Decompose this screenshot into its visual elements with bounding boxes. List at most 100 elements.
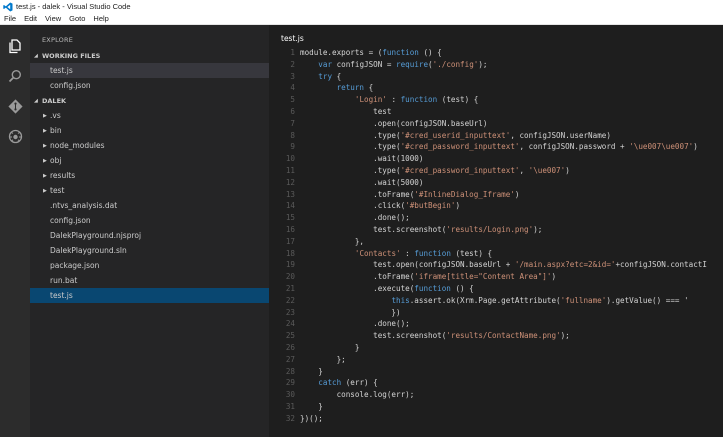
folder-test[interactable]: ▶ test bbox=[30, 183, 269, 198]
editor-tab-title[interactable]: test.js bbox=[281, 34, 304, 43]
code-line[interactable]: 13 .toFrame('#InlineDialog_Iframe') bbox=[269, 189, 723, 201]
code-line[interactable]: 9 .type('#cred_password_inputtext', conf… bbox=[269, 141, 723, 153]
code-line[interactable]: 10 .wait(1000) bbox=[269, 153, 723, 165]
file-test-js[interactable]: test.js bbox=[30, 288, 269, 303]
menu-help[interactable]: Help bbox=[89, 14, 112, 23]
code-line[interactable]: 17 }, bbox=[269, 236, 723, 248]
line-code: .wait(1000) bbox=[300, 154, 424, 164]
code-line[interactable]: 1 module.exports = (function () { bbox=[269, 47, 723, 59]
line-code: })(); bbox=[300, 413, 323, 423]
file-njsproj[interactable]: DalekPlayground.njsproj bbox=[30, 228, 269, 243]
search-icon[interactable] bbox=[0, 62, 30, 90]
menu-file[interactable]: File bbox=[0, 14, 20, 23]
line-number: 14 bbox=[285, 201, 295, 211]
folder-label: obj bbox=[50, 156, 62, 165]
folder-bin[interactable]: ▶ bin bbox=[30, 123, 269, 138]
line-code: .done(); bbox=[300, 319, 410, 329]
file-sln[interactable]: DalekPlayground.sln bbox=[30, 243, 269, 258]
line-number: 19 bbox=[285, 260, 295, 270]
code-line[interactable]: 26 } bbox=[269, 342, 723, 354]
line-number: 17 bbox=[285, 236, 295, 246]
file-label: config.json bbox=[50, 216, 91, 225]
code-line[interactable]: 22 this.assert.ok(Xrm.Page.getAttribute(… bbox=[269, 295, 723, 307]
working-files-header[interactable]: ◢ WORKING FILES bbox=[30, 49, 269, 63]
code-line[interactable]: 20 .toFrame('iframe[title="Content Area"… bbox=[269, 271, 723, 283]
line-code: .execute(function () { bbox=[300, 284, 474, 293]
line-number: 22 bbox=[285, 295, 295, 305]
code-line[interactable]: 21 .execute(function () { bbox=[269, 283, 723, 295]
code-line[interactable]: 31 } bbox=[269, 401, 723, 413]
working-file-test-js[interactable]: test.js bbox=[30, 63, 269, 78]
line-code: }; bbox=[300, 354, 346, 364]
code-line[interactable]: 24 .done(); bbox=[269, 318, 723, 330]
code-line[interactable]: 5 'Login' : function (test) { bbox=[269, 94, 723, 106]
code-line[interactable]: 11 .type('#cred_password_inputtext', '\u… bbox=[269, 165, 723, 177]
file-label: .ntvs_analysis.dat bbox=[50, 201, 118, 210]
expand-arrow-icon: ▶ bbox=[43, 142, 47, 149]
explorer-title: EXPLORE bbox=[42, 36, 74, 44]
folder-label: node_modules bbox=[50, 141, 105, 150]
code-line[interactable]: 18 'Contacts' : function (test) { bbox=[269, 248, 723, 260]
folder-node-modules[interactable]: ▶ node_modules bbox=[30, 138, 269, 153]
menu-edit[interactable]: Edit bbox=[20, 14, 41, 23]
line-number: 5 bbox=[290, 95, 295, 105]
folder-label: results bbox=[50, 171, 76, 180]
code-line[interactable]: 12 .wait(5000) bbox=[269, 177, 723, 189]
line-code: .open(configJSON.baseUrl) bbox=[300, 118, 488, 128]
line-code: return { bbox=[336, 83, 374, 93]
file-ntvs-analysis[interactable]: .ntvs_analysis.dat bbox=[30, 198, 269, 213]
file-label: DalekPlayground.sln bbox=[50, 246, 127, 255]
code-editor[interactable]: test.js 1 module.exports = (function () {… bbox=[269, 25, 723, 437]
line-number: 4 bbox=[290, 83, 295, 93]
code-line[interactable]: 16 test.screenshot('results/Login.png'); bbox=[269, 224, 723, 236]
line-number: 23 bbox=[285, 307, 295, 317]
line-number: 15 bbox=[285, 213, 295, 223]
folder-results[interactable]: ▶ results bbox=[30, 168, 269, 183]
project-header-dalek[interactable]: ◢ DALEK bbox=[30, 94, 269, 108]
folder-obj[interactable]: ▶ obj bbox=[30, 153, 269, 168]
code-line[interactable]: 25 test.screenshot('results/ContactName.… bbox=[269, 330, 723, 342]
menu-view[interactable]: View bbox=[41, 14, 65, 23]
file-label: run.bat bbox=[50, 276, 78, 285]
git-icon[interactable] bbox=[0, 92, 30, 120]
code-line[interactable]: 7 .open(configJSON.baseUrl) bbox=[269, 118, 723, 130]
line-code: } bbox=[300, 366, 323, 376]
file-run-bat[interactable]: run.bat bbox=[30, 273, 269, 288]
code-line[interactable]: 28 } bbox=[269, 366, 723, 378]
code-line[interactable]: 2 var configJSON = require('./config'); bbox=[269, 59, 723, 71]
menu-goto[interactable]: Goto bbox=[65, 14, 89, 23]
code-line[interactable]: 30 console.log(err); bbox=[269, 389, 723, 401]
line-number: 29 bbox=[285, 378, 295, 388]
code-line[interactable]: 6 test bbox=[269, 106, 723, 118]
collapse-arrow-icon: ◢ bbox=[34, 98, 38, 104]
debug-icon[interactable] bbox=[0, 122, 30, 150]
code-line[interactable]: 32})(); bbox=[269, 413, 723, 425]
line-number: 16 bbox=[285, 225, 295, 234]
files-icon[interactable] bbox=[0, 32, 30, 60]
code-line[interactable]: 29 catch (err) { bbox=[269, 377, 723, 389]
code-line[interactable]: 19 test.open(configJSON.baseUrl + '/main… bbox=[269, 259, 723, 271]
working-file-config-json[interactable]: config.json bbox=[30, 78, 269, 93]
file-label: test.js bbox=[50, 66, 73, 75]
section-label: DALEK bbox=[42, 97, 67, 105]
code-line[interactable]: 3 try { bbox=[269, 71, 723, 83]
line-code: } bbox=[300, 343, 360, 352]
code-line[interactable]: 4 return { bbox=[269, 82, 723, 94]
vscode-logo-icon bbox=[2, 1, 13, 12]
line-number: 31 bbox=[285, 402, 295, 411]
line-code: .type('#cred_password_inputtext', config… bbox=[300, 142, 698, 152]
line-number: 9 bbox=[290, 142, 295, 152]
code-line[interactable]: 8 .type('#cred_userid_inputtext', config… bbox=[269, 130, 723, 142]
file-label: DalekPlayground.njsproj bbox=[50, 231, 142, 240]
code-line[interactable]: 27 }; bbox=[269, 354, 723, 366]
code-line[interactable]: 15 .done(); bbox=[269, 212, 723, 224]
line-number: 27 bbox=[285, 354, 295, 364]
folder-vs[interactable]: ▶ .vs bbox=[30, 108, 269, 123]
code-line[interactable]: 23 }) bbox=[269, 307, 723, 319]
line-code: .type('#cred_userid_inputtext', configJS… bbox=[300, 130, 611, 140]
code-line[interactable]: 14 .click('#butBegin') bbox=[269, 200, 723, 212]
file-package-json[interactable]: package.json bbox=[30, 258, 269, 273]
file-config-json[interactable]: config.json bbox=[30, 213, 269, 228]
file-label: package.json bbox=[50, 261, 100, 270]
line-number: 13 bbox=[285, 189, 295, 199]
